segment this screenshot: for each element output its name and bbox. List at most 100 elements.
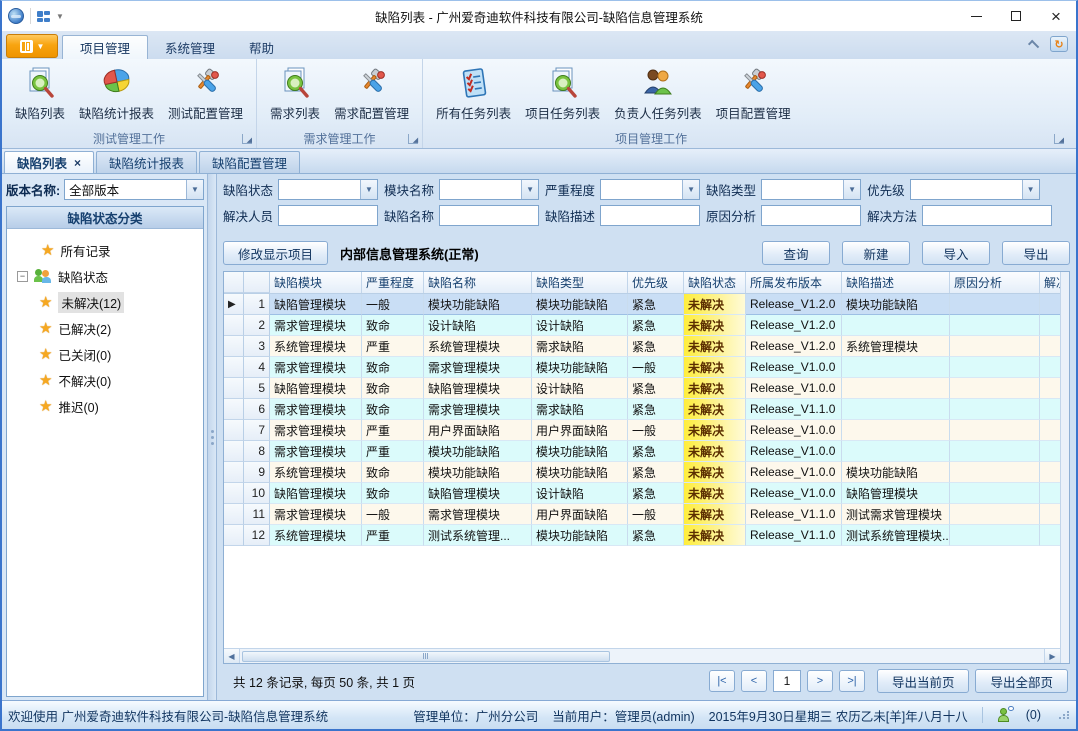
row-number[interactable]: 5 <box>244 378 270 399</box>
chevron-down-icon[interactable]: ▼ <box>360 180 377 199</box>
column-header[interactable]: 解决 <box>1040 272 1060 293</box>
minimize-button[interactable] <box>956 1 996 31</box>
chevron-down-icon[interactable]: ▼ <box>682 180 699 199</box>
row-indicator[interactable] <box>224 378 244 399</box>
first-page-button[interactable]: |< <box>709 670 735 692</box>
filter-description-input[interactable] <box>600 205 700 226</box>
tree-item-wontfix[interactable]: ★ 不解决(0) <box>17 367 199 393</box>
row-number[interactable]: 10 <box>244 483 270 504</box>
about-icon[interactable]: ↻ <box>1050 36 1068 52</box>
column-header[interactable]: 缺陷状态 <box>684 272 746 293</box>
filter-severity-select[interactable]: ▼ <box>600 179 700 200</box>
row-indicator[interactable]: ▶ <box>224 294 244 315</box>
row-indicator[interactable] <box>224 420 244 441</box>
row-indicator[interactable] <box>224 462 244 483</box>
row-number[interactable]: 9 <box>244 462 270 483</box>
row-number[interactable]: 12 <box>244 525 270 546</box>
tree-item-postponed[interactable]: ★ 推迟(0) <box>17 393 199 419</box>
close-button[interactable]: × <box>1036 1 1076 31</box>
row-indicator[interactable] <box>224 315 244 336</box>
maximize-button[interactable] <box>996 1 1036 31</box>
new-button[interactable]: 新建 <box>842 241 910 265</box>
doc-tab-defect-report[interactable]: 缺陷统计报表 <box>96 151 197 173</box>
table-row[interactable]: 12系统管理模块严重测试系统管理...模块功能缺陷紧急未解决Release_V1… <box>224 525 1060 546</box>
filter-cause-input[interactable] <box>761 205 861 226</box>
row-indicator[interactable] <box>224 441 244 462</box>
horizontal-scrollbar[interactable]: ◀ ▶ <box>224 648 1060 663</box>
filter-solution-input[interactable] <box>922 205 1052 226</box>
filter-priority-select[interactable]: ▼ <box>910 179 1040 200</box>
filter-type-select[interactable]: ▼ <box>761 179 861 200</box>
row-indicator[interactable] <box>224 399 244 420</box>
column-header[interactable]: 缺陷类型 <box>532 272 628 293</box>
row-number[interactable]: 4 <box>244 357 270 378</box>
table-row[interactable]: 10缺陷管理模块致命缺陷管理模块设计缺陷紧急未解决Release_V1.0.0缺… <box>224 483 1060 504</box>
table-row[interactable]: 7需求管理模块严重用户界面缺陷用户界面缺陷一般未解决Release_V1.0.0 <box>224 420 1060 441</box>
chevron-down-icon[interactable]: ▼ <box>521 180 538 199</box>
vertical-scrollbar[interactable] <box>1060 272 1069 663</box>
filter-module-select[interactable]: ▼ <box>439 179 539 200</box>
ribbon-button-req-list[interactable]: 需求列表 <box>265 63 325 124</box>
tree-collapse-icon[interactable]: − <box>17 271 28 282</box>
scroll-right-icon[interactable]: ▶ <box>1044 649 1060 663</box>
column-header[interactable]: 优先级 <box>628 272 684 293</box>
table-row[interactable]: 3系统管理模块严重系统管理模块需求缺陷紧急未解决Release_V1.2.0系统… <box>224 336 1060 357</box>
ribbon-button-project-tasks[interactable]: 项目任务列表 <box>520 63 605 124</box>
row-number[interactable]: 2 <box>244 315 270 336</box>
export-all-pages-button[interactable]: 导出全部页 <box>975 669 1068 693</box>
sidebar-splitter[interactable] <box>207 174 217 700</box>
dialog-launcher-icon[interactable]: ◢ <box>242 134 252 144</box>
ribbon-button-defect-report[interactable]: 缺陷统计报表 <box>74 63 159 124</box>
export-button[interactable]: 导出 <box>1002 241 1070 265</box>
table-row[interactable]: 11需求管理模块一般需求管理模块用户界面缺陷一般未解决Release_V1.1.… <box>224 504 1060 525</box>
row-number[interactable]: 3 <box>244 336 270 357</box>
export-current-page-button[interactable]: 导出当前页 <box>877 669 970 693</box>
row-indicator[interactable] <box>224 336 244 357</box>
page-number-input[interactable] <box>773 670 801 692</box>
last-page-button[interactable]: >| <box>839 670 865 692</box>
prev-page-button[interactable]: < <box>741 670 767 692</box>
filter-defect-status-select[interactable]: ▼ <box>278 179 378 200</box>
doc-tab-defect-list[interactable]: 缺陷列表 × <box>4 151 94 173</box>
table-row[interactable]: 4需求管理模块致命需求管理模块模块功能缺陷一般未解决Release_V1.0.0 <box>224 357 1060 378</box>
table-row[interactable]: 6需求管理模块致命需求管理模块需求缺陷紧急未解决Release_V1.1.0 <box>224 399 1060 420</box>
ribbon-button-owner-tasks[interactable]: 负责人任务列表 <box>609 63 707 124</box>
tree-item-all-records[interactable]: ★ 所有记录 <box>17 237 199 263</box>
row-indicator[interactable] <box>224 357 244 378</box>
tree-item-defect-status[interactable]: − 缺陷状态 <box>17 263 199 289</box>
tree-item-unresolved[interactable]: ★ 未解决(12) <box>17 289 199 315</box>
row-indicator[interactable] <box>224 483 244 504</box>
column-header[interactable]: 缺陷描述 <box>842 272 950 293</box>
column-header[interactable]: 原因分析 <box>950 272 1040 293</box>
row-number[interactable]: 8 <box>244 441 270 462</box>
dialog-launcher-icon[interactable]: ◢ <box>1054 134 1064 144</box>
column-header[interactable]: 缺陷名称 <box>424 272 532 293</box>
filter-resolver-input[interactable] <box>278 205 378 226</box>
row-number[interactable]: 6 <box>244 399 270 420</box>
scroll-left-icon[interactable]: ◀ <box>224 649 240 663</box>
search-button[interactable]: 查询 <box>762 241 830 265</box>
table-row[interactable]: 5缺陷管理模块致命缺陷管理模块设计缺陷紧急未解决Release_V1.0.0 <box>224 378 1060 399</box>
row-number[interactable]: 1 <box>244 294 270 315</box>
tree-item-closed[interactable]: ★ 已关闭(0) <box>17 341 199 367</box>
application-menu-button[interactable]: ▼ <box>6 34 58 58</box>
row-number[interactable]: 11 <box>244 504 270 525</box>
import-button[interactable]: 导入 <box>922 241 990 265</box>
user-message-icon[interactable] <box>997 708 1012 723</box>
chevron-down-icon[interactable]: ▼ <box>186 180 203 199</box>
table-row[interactable]: ▶1缺陷管理模块一般模块功能缺陷模块功能缺陷紧急未解决Release_V1.2.… <box>224 294 1060 315</box>
column-header[interactable]: 严重程度 <box>362 272 424 293</box>
tree-item-resolved[interactable]: ★ 已解决(2) <box>17 315 199 341</box>
dialog-launcher-icon[interactable]: ◢ <box>408 134 418 144</box>
ribbon-tab-project[interactable]: 项目管理 <box>62 35 148 59</box>
ribbon-button-all-tasks[interactable]: 所有任务列表 <box>431 63 516 124</box>
filter-name-input[interactable] <box>439 205 539 226</box>
chevron-down-icon[interactable]: ▼ <box>1022 180 1039 199</box>
table-row[interactable]: 8需求管理模块严重模块功能缺陷模块功能缺陷紧急未解决Release_V1.0.0 <box>224 441 1060 462</box>
row-indicator[interactable] <box>224 525 244 546</box>
doc-tab-defect-config[interactable]: 缺陷配置管理 <box>199 151 300 173</box>
column-header[interactable]: 缺陷模块 <box>270 272 362 293</box>
ribbon-button-test-config[interactable]: 测试配置管理 <box>163 63 248 124</box>
tab-close-icon[interactable]: × <box>74 156 81 170</box>
ribbon-button-req-config[interactable]: 需求配置管理 <box>329 63 414 124</box>
